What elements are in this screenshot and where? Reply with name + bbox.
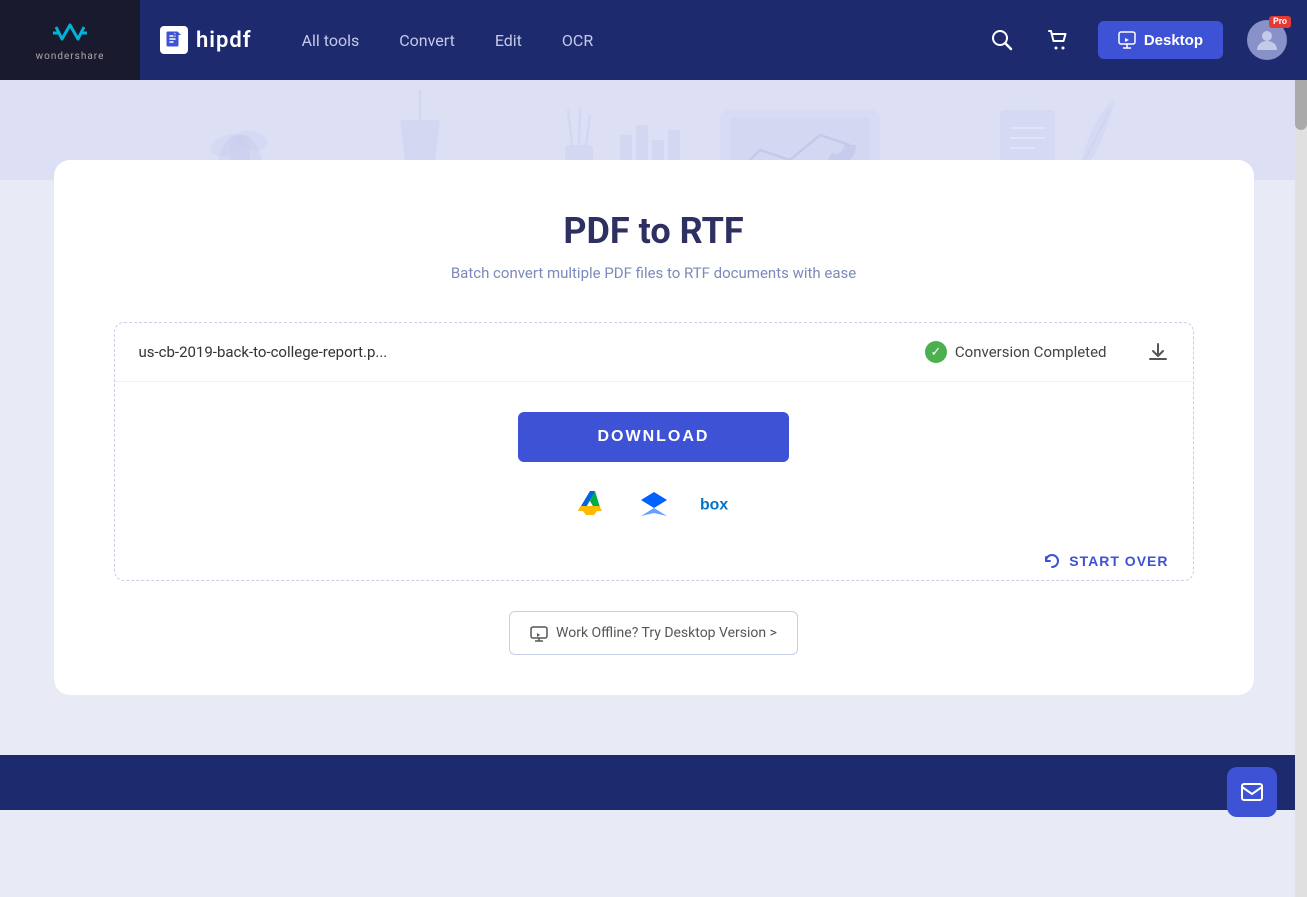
nav-actions: Desktop Pro <box>986 20 1287 60</box>
file-name: us-cb-2019-back-to-college-report.p... <box>139 343 925 361</box>
cart-btn[interactable] <box>1042 24 1074 56</box>
desktop-btn-label: Desktop <box>1144 32 1203 49</box>
hipdf-icon <box>160 26 188 54</box>
pro-badge: Pro <box>1269 16 1291 28</box>
svg-text:box: box <box>700 497 728 514</box>
search-btn[interactable] <box>986 24 1018 56</box>
download-icon <box>1147 341 1169 363</box>
main-content: PDF to RTF Batch convert multiple PDF fi… <box>0 180 1307 755</box>
download-button[interactable]: DOWNLOAD <box>518 412 790 462</box>
hipdf-name: hipdf <box>196 28 252 53</box>
start-over-row: START OVER <box>115 542 1193 580</box>
page-subtitle: Batch convert multiple PDF files to RTF … <box>114 264 1194 282</box>
nav-ocr[interactable]: OCR <box>562 31 593 50</box>
nav-links: All tools Convert Edit OCR <box>302 31 594 50</box>
start-over-button[interactable]: START OVER <box>1043 552 1168 570</box>
check-icon: ✓ <box>925 341 947 363</box>
card: PDF to RTF Batch convert multiple PDF fi… <box>54 160 1254 695</box>
hipdf-svg-icon <box>164 30 184 50</box>
nav-edit[interactable]: Edit <box>495 31 522 50</box>
footer-bar <box>0 755 1307 810</box>
user-avatar[interactable]: Pro <box>1247 20 1287 60</box>
refresh-icon <box>1043 552 1061 570</box>
desktop-icon <box>1118 31 1136 49</box>
google-drive-btn[interactable] <box>572 486 608 522</box>
wondershare-brand: wondershare <box>0 0 140 80</box>
dropbox-icon <box>637 487 671 521</box>
navbar: wondershare hipdf All tools Convert Edit… <box>0 0 1307 80</box>
file-download-btn[interactable] <box>1147 341 1169 363</box>
page-title: PDF to RTF <box>114 210 1194 252</box>
wondershare-text: wondershare <box>36 51 105 62</box>
email-icon <box>1240 780 1264 804</box>
offline-icon <box>530 624 548 642</box>
user-icon <box>1253 26 1281 54</box>
offline-banner[interactable]: Work Offline? Try Desktop Version > <box>509 611 798 655</box>
start-over-label: START OVER <box>1069 553 1168 569</box>
google-drive-icon <box>573 487 607 521</box>
box-btn[interactable]: box <box>700 486 736 522</box>
nav-convert[interactable]: Convert <box>399 31 455 50</box>
hipdf-logo[interactable]: hipdf <box>160 26 252 54</box>
desktop-button[interactable]: Desktop <box>1098 21 1223 59</box>
nav-all-tools[interactable]: All tools <box>302 31 360 50</box>
floating-email-btn[interactable] <box>1227 767 1277 817</box>
conversion-status: ✓ Conversion Completed <box>925 341 1107 363</box>
offline-banner-text: Work Offline? Try Desktop Version > <box>556 625 777 641</box>
download-section: DOWNLOAD <box>115 382 1193 542</box>
box-icon: box <box>700 490 736 518</box>
file-area: us-cb-2019-back-to-college-report.p... ✓… <box>114 322 1194 581</box>
file-row: us-cb-2019-back-to-college-report.p... ✓… <box>115 323 1193 382</box>
search-icon <box>991 29 1013 51</box>
scrollbar[interactable] <box>1295 0 1307 897</box>
cart-icon <box>1047 29 1069 51</box>
status-text: Conversion Completed <box>955 343 1107 361</box>
cloud-icons: box <box>572 486 736 522</box>
wondershare-icon <box>52 19 88 47</box>
dropbox-btn[interactable] <box>636 486 672 522</box>
